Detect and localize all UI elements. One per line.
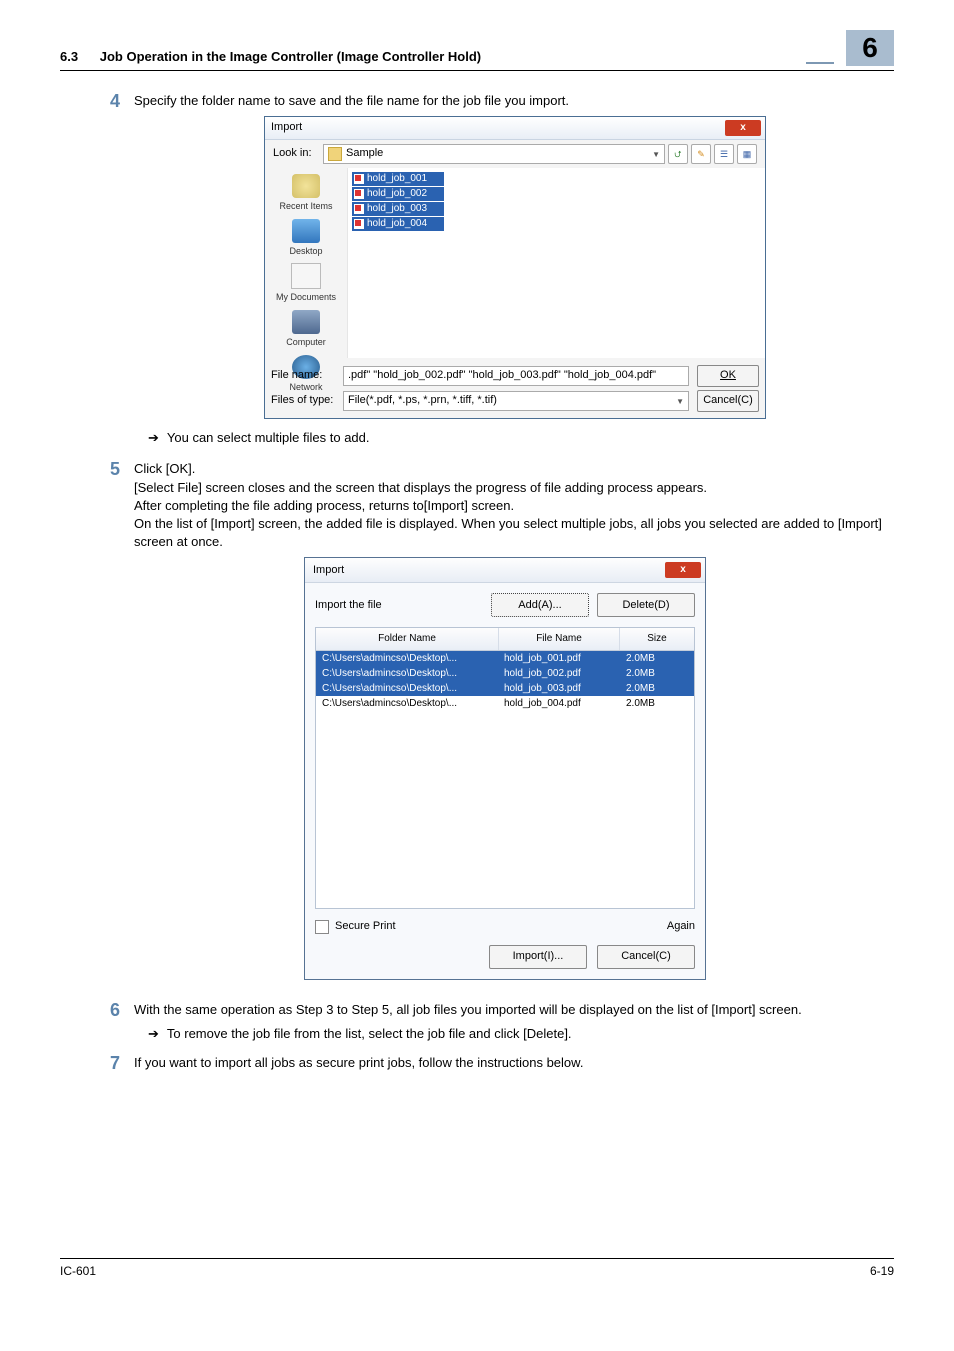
page-footer: IC-601 6-19 [60, 1258, 894, 1280]
step-4-note: You can select multiple files to add. [134, 429, 894, 447]
th-size[interactable]: Size [620, 628, 694, 650]
step-6-number: 6 [60, 998, 134, 1043]
th-folder[interactable]: Folder Name [316, 628, 499, 650]
cell-size: 2.0MB [620, 652, 694, 666]
chapter-number-box: 6 [846, 30, 894, 66]
step-6-note: To remove the job file from the list, se… [134, 1025, 894, 1043]
secure-print-label: Secure Print [335, 919, 396, 934]
header-accent [806, 62, 834, 64]
filename-label: File name: [271, 368, 343, 383]
step-5-number: 5 [60, 457, 134, 993]
cell-size: 2.0MB [620, 667, 694, 681]
section-number: 6.3 [60, 49, 78, 64]
cell-file: hold_job_003.pdf [498, 682, 620, 696]
table-row[interactable]: C:\Users\admincso\Desktop\...hold_job_00… [316, 681, 694, 696]
step-5-line4: On the list of [Import] screen, the adde… [134, 515, 894, 551]
close-icon[interactable]: x [725, 120, 761, 136]
place-documents[interactable]: My Documents [276, 263, 336, 304]
delete-button[interactable]: Delete(D) [597, 593, 695, 617]
cell-folder: C:\Users\admincso\Desktop\... [316, 652, 498, 666]
up-folder-button[interactable]: ⮍ [668, 144, 688, 164]
file-import-dialog: Import x Look in: Sample ▼ ⮍ ✎ ☰ ▦ [264, 116, 766, 419]
ok-button[interactable]: OK [697, 365, 759, 387]
step-5-line3: After completing the file adding process… [134, 497, 894, 515]
cell-size: 2.0MB [620, 682, 694, 696]
footer-right: 6-19 [870, 1263, 894, 1280]
file-item[interactable]: hold_job_004 [352, 217, 444, 231]
import-file-label: Import the file [315, 598, 483, 613]
look-in-value: Sample [346, 146, 383, 161]
import-dialog: Import x Import the file Add(A)... Delet… [304, 557, 706, 979]
th-file[interactable]: File Name [499, 628, 620, 650]
step-7-number: 7 [60, 1051, 134, 1076]
place-computer[interactable]: Computer [286, 310, 326, 349]
chevron-down-icon: ▼ [676, 396, 684, 407]
cancel-button[interactable]: Cancel(C) [597, 945, 695, 969]
file-item[interactable]: hold_job_001 [352, 172, 444, 186]
cell-folder: C:\Users\admincso\Desktop\... [316, 697, 498, 711]
cell-folder: C:\Users\admincso\Desktop\... [316, 667, 498, 681]
footer-left: IC-601 [60, 1263, 96, 1280]
place-desktop[interactable]: Desktop [289, 219, 322, 258]
dialog-title: Import [269, 120, 725, 135]
section-title: Job Operation in the Image Controller (I… [100, 49, 481, 64]
table-row[interactable]: C:\Users\admincso\Desktop\...hold_job_00… [316, 696, 694, 711]
table-row[interactable]: C:\Users\admincso\Desktop\...hold_job_00… [316, 651, 694, 666]
step-4-number: 4 [60, 89, 134, 447]
place-recent[interactable]: Recent Items [279, 174, 332, 213]
chevron-down-icon: ▼ [652, 149, 660, 160]
details-view-button[interactable]: ▦ [737, 144, 757, 164]
new-folder-button[interactable]: ✎ [691, 144, 711, 164]
pdf-icon [354, 174, 364, 184]
add-button[interactable]: Add(A)... [491, 593, 589, 617]
places-bar: Recent Items Desktop My Documents Comput… [265, 168, 348, 358]
step-5-line2: [Select File] screen closes and the scre… [134, 479, 894, 497]
filetype-combo[interactable]: File(*.pdf, *.ps, *.prn, *.tiff, *.tif) … [343, 391, 689, 411]
file-item[interactable]: hold_job_003 [352, 202, 444, 216]
cell-file: hold_job_002.pdf [498, 667, 620, 681]
close-icon[interactable]: x [665, 562, 701, 578]
pdf-icon [354, 219, 364, 229]
import-table: Folder Name File Name Size C:\Users\admi… [315, 627, 695, 909]
step-7-text: If you want to import all jobs as secure… [134, 1055, 583, 1070]
again-label: Again [667, 919, 695, 934]
step-5-line1: Click [OK]. [134, 460, 894, 478]
secure-print-checkbox[interactable] [315, 920, 329, 934]
step-4-text: Specify the folder name to save and the … [134, 93, 569, 108]
cell-size: 2.0MB [620, 697, 694, 711]
filename-input[interactable]: .pdf" "hold_job_002.pdf" "hold_job_003.p… [343, 366, 689, 386]
look-in-combo[interactable]: Sample ▼ [323, 144, 665, 164]
filetype-label: Files of type: [271, 393, 343, 408]
page-header: 6.3 Job Operation in the Image Controlle… [60, 30, 894, 71]
dialog-title: Import [309, 563, 665, 578]
cancel-button[interactable]: Cancel(C) [697, 390, 759, 412]
pdf-icon [354, 204, 364, 214]
table-row[interactable]: C:\Users\admincso\Desktop\...hold_job_00… [316, 666, 694, 681]
file-item[interactable]: hold_job_002 [352, 187, 444, 201]
cell-file: hold_job_004.pdf [498, 697, 620, 711]
cell-file: hold_job_001.pdf [498, 652, 620, 666]
look-in-label: Look in: [273, 146, 323, 161]
import-button[interactable]: Import(I)... [489, 945, 587, 969]
cell-folder: C:\Users\admincso\Desktop\... [316, 682, 498, 696]
list-view-button[interactable]: ☰ [714, 144, 734, 164]
file-list[interactable]: hold_job_001 hold_job_002 hold_job_003 h… [348, 168, 765, 358]
folder-icon [328, 147, 342, 161]
step-6-text: With the same operation as Step 3 to Ste… [134, 1002, 802, 1017]
pdf-icon [354, 189, 364, 199]
